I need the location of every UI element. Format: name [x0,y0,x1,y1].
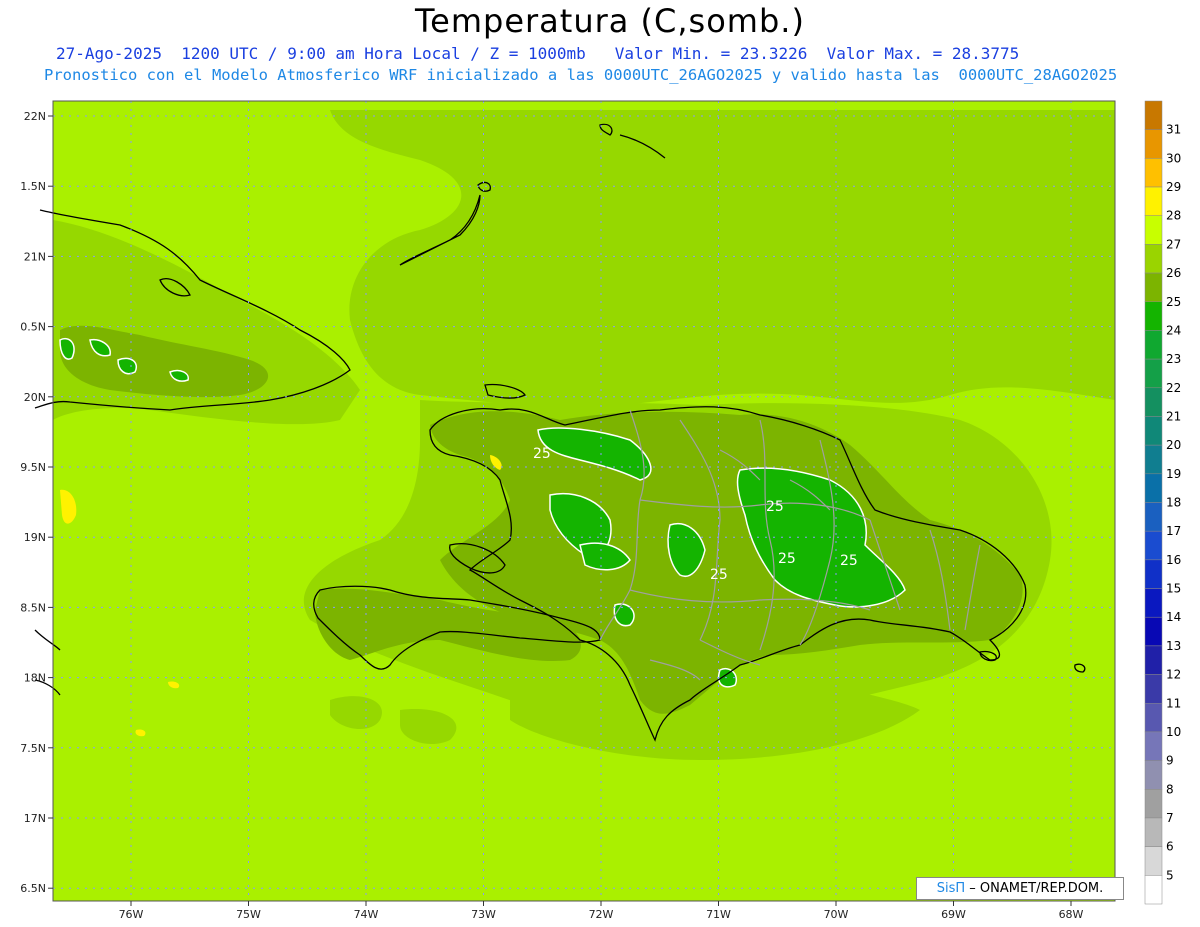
colorbar-label: 30 [1166,151,1181,165]
colorbar-swatch [1144,215,1163,245]
colorbar-swatch [1144,760,1163,790]
colorbar-swatch [1144,846,1163,876]
colorbar-label: 8 [1166,782,1174,796]
lat-tick-label: 7.5N [20,742,46,755]
colorbar-label: 5 [1166,868,1174,882]
colorbar-label: 11 [1166,696,1181,710]
temperature-map: 25 25 25 25 25 76W 75W 74W 73W 72W 71W 70W 69W 6… [20,100,1181,921]
lon-tick-label: 72W [589,908,614,921]
colorbar-swatch [1144,731,1163,761]
lon-tick-label: 68W [1059,908,1084,921]
colorbar-label: 20 [1166,438,1181,452]
lat-tick-label: 1.5N [20,180,46,193]
colorbar-swatch [1144,559,1163,589]
lon-tick-label: 69W [941,908,966,921]
lat-tick-label: 22N [24,110,46,123]
colorbar-swatch [1144,473,1163,503]
colorbar-swatch [1144,530,1163,561]
colorbar-label: 26 [1166,266,1181,280]
sispi-logo: SisΠ [936,881,966,896]
colorbar-swatch [1144,301,1163,331]
colorbar-label: 17 [1166,524,1181,538]
lat-tick-label: 6.5N [20,882,46,895]
longitude-axis: 76W 75W 74W 73W 72W 71W 70W 69W 68W [119,901,1084,921]
credit-box: SisΠ – ONAMET/REP.DOM. [916,877,1124,900]
contour-label: 25 [766,499,784,515]
colorbar-swatch [1144,588,1163,618]
colorbar-label: 18 [1166,496,1181,510]
colorbar-swatch [1144,387,1163,417]
contour-label: 25 [710,567,728,583]
colorbar-label: 25 [1166,295,1181,309]
lat-tick-label: 20N [24,391,46,404]
colorbar-label: 12 [1166,668,1181,682]
contour-label: 25 [778,551,796,567]
colorbar-label: 14 [1166,610,1181,624]
colorbar-swatch [1144,703,1163,733]
colorbar-swatch [1144,416,1163,446]
lat-tick-label: 19N [24,531,46,544]
colorbar-swatch [1144,645,1163,675]
colorbar-swatch [1144,244,1163,274]
lat-tick-label: 0.5N [20,321,46,334]
lat-tick-label: 17N [24,812,46,825]
colorbar-swatch [1144,875,1163,905]
lon-tick-label: 71W [706,908,731,921]
colorbar-swatch [1144,129,1163,159]
colorbar-label: 9 [1166,754,1174,768]
colorbar-label: 29 [1166,180,1181,194]
colorbar-swatch [1144,186,1163,216]
lat-tick-label: 21N [24,250,46,263]
colorbar-label: 27 [1166,237,1181,251]
colorbar-swatch [1144,158,1163,188]
colorbar-swatch [1144,502,1163,532]
lat-tick-label: 8.5N [20,601,46,614]
colorbar-swatch [1144,789,1163,819]
colorbar-swatch [1144,616,1163,647]
colorbar-swatch [1144,674,1163,704]
colorbar-label: 19 [1166,467,1181,481]
colorbar-label: 28 [1166,209,1181,223]
lon-tick-label: 74W [354,908,379,921]
colorbar-swatch [1144,444,1163,475]
colorbar-label: 6 [1166,840,1174,854]
credit-text: – ONAMET/REP.DOM. [969,881,1104,896]
colorbar-label: 31 [1166,123,1181,137]
colorbar-label: 16 [1166,553,1181,567]
colorbar-label: 22 [1166,381,1181,395]
colorbar-swatch [1144,330,1163,360]
colorbar-label: 21 [1166,409,1181,423]
contour-label: 25 [533,446,551,462]
contour-label: 25 [840,553,858,569]
latitude-axis: 22N 1.5N 21N 0.5N 20N 9.5N 19N 8.5N 18N 7.5N 17N 6.… [20,110,53,895]
colorbar-swatch [1144,100,1163,130]
lon-tick-label: 70W [824,908,849,921]
colorbar-label: 24 [1166,323,1181,337]
lat-tick-label: 9.5N [20,461,46,474]
colorbar-label: 23 [1166,352,1181,366]
lon-tick-label: 73W [471,908,496,921]
colorbar: 31 30 29 28 27 26 25 24 23 22 21 20 19 18 17 16 15 14 13 12… [1144,100,1181,905]
lon-tick-label: 76W [119,908,144,921]
colorbar-label: 10 [1166,725,1181,739]
lat-tick-label: 18N [24,672,46,685]
lon-tick-label: 75W [236,908,261,921]
colorbar-label: 7 [1166,811,1174,825]
colorbar-label: 13 [1166,639,1181,653]
colorbar-swatch [1144,358,1163,389]
colorbar-swatch [1144,817,1163,847]
colorbar-swatch [1144,272,1163,303]
colorbar-label: 15 [1166,582,1181,596]
